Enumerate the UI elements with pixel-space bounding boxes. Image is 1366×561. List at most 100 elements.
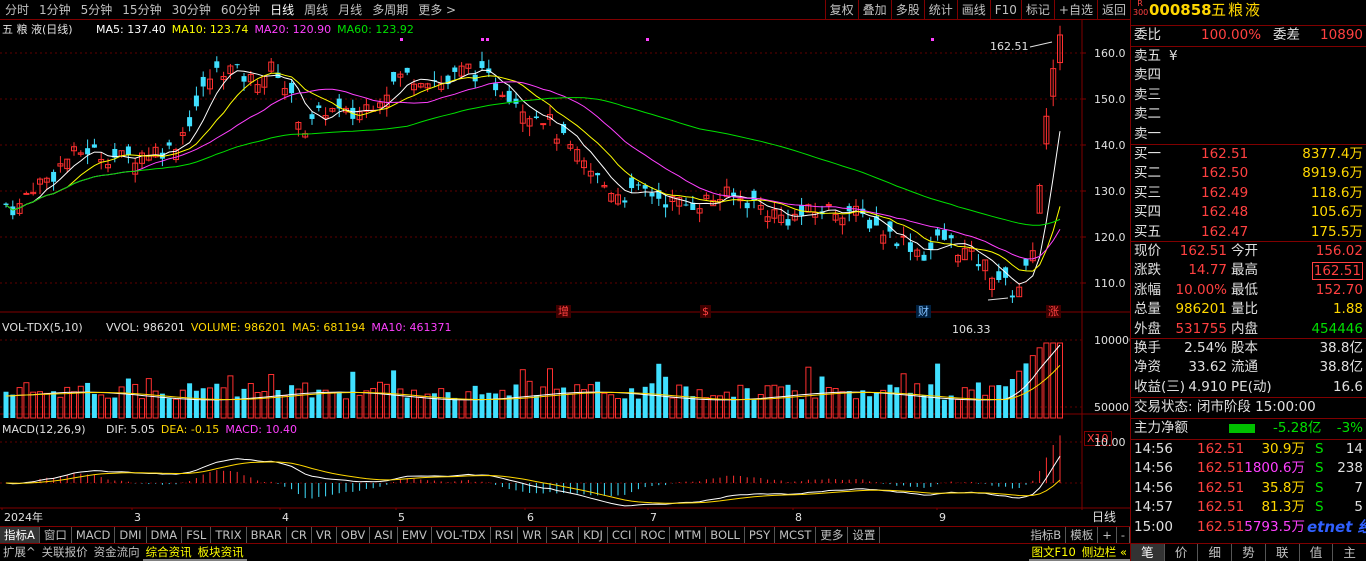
candle-body: [907, 242, 913, 252]
stat-row-3[interactable]: 总量 986201 量比 1.88: [1131, 300, 1366, 319]
indicator-tab-2[interactable]: MACD: [72, 527, 116, 543]
indicator-tab-18[interactable]: CCI: [608, 527, 637, 543]
timeframe-tab-5[interactable]: 60分钟: [216, 0, 265, 20]
stat-row-4[interactable]: 外盘 531755 内盘 454446: [1131, 320, 1366, 339]
indicator-tab-22[interactable]: PSY: [745, 527, 776, 543]
tick-row-2[interactable]: 14:56 162.51 35.8万 S 7: [1131, 479, 1366, 498]
timeframe-tab-0[interactable]: 分时: [0, 0, 34, 20]
stat-row-2[interactable]: 涨幅 10.00% 最低 152.70: [1131, 281, 1366, 300]
sell-row-4[interactable]: 卖一: [1131, 125, 1366, 144]
indicator-tab-5[interactable]: FSL: [182, 527, 212, 543]
indicator-tab-8[interactable]: CR: [287, 527, 312, 543]
indicator-tab-14[interactable]: RSI: [491, 527, 519, 543]
event-tag-limit-up[interactable]: 涨: [1046, 305, 1061, 318]
timeframe-tab-7[interactable]: 周线: [299, 0, 333, 20]
trade-status: 交易状态: 闭市阶段 15:00:00: [1131, 398, 1366, 417]
buy-row-2[interactable]: 买三 162.49 118.6万: [1131, 184, 1366, 203]
vol-bar: [642, 386, 648, 418]
buy-row-3[interactable]: 买四 162.48 105.6万: [1131, 203, 1366, 222]
stat-row-0[interactable]: 现价 162.51 今开 156.02: [1131, 242, 1366, 261]
toolbar-button-0[interactable]: 复权: [824, 0, 858, 20]
indicator-right-tab-0[interactable]: 指标B: [1026, 527, 1067, 543]
toolbar-button-1[interactable]: 叠加: [857, 0, 891, 20]
sell-row-2[interactable]: 卖三: [1131, 86, 1366, 105]
indicator-tab-19[interactable]: ROC: [636, 527, 671, 543]
toolbar-button-4[interactable]: 画线: [956, 0, 990, 20]
status-tab-1[interactable]: 关联报价: [39, 544, 91, 561]
buy-row-0[interactable]: 买一 162.51 8377.4万: [1131, 145, 1366, 164]
indicator-right-tab-2[interactable]: +: [1098, 527, 1117, 543]
indicator-tab-0[interactable]: 指标A: [0, 527, 40, 543]
quote-tab-0[interactable]: 笔: [1131, 544, 1165, 561]
buy-row-1[interactable]: 买二 162.50 8919.6万: [1131, 164, 1366, 183]
toolbar-button-7[interactable]: +自选: [1053, 0, 1097, 20]
toolbar-button-8[interactable]: 返回: [1096, 0, 1130, 20]
main-flow-row[interactable]: 主力净额 -5.28亿 -3%: [1131, 419, 1366, 438]
indicator-right-tab-3[interactable]: -: [1117, 527, 1130, 543]
tick-row-3[interactable]: 14:57 162.51 81.3万 S 5: [1131, 498, 1366, 517]
timeframe-tab-4[interactable]: 30分钟: [167, 0, 216, 20]
timeframe-tab-6[interactable]: 日线: [265, 0, 299, 20]
toolbar-button-3[interactable]: 统计: [923, 0, 957, 20]
timeframe-tab-10[interactable]: 更多 >: [413, 0, 461, 20]
indicator-tab-25[interactable]: 设置: [848, 527, 881, 543]
quote-tab-2[interactable]: 细: [1198, 544, 1233, 561]
status-right-0[interactable]: 图文F10: [1028, 544, 1079, 561]
chart-canvas[interactable]: [0, 20, 1130, 510]
indicator-tab-17[interactable]: KDJ: [579, 527, 608, 543]
indicator-tab-4[interactable]: DMA: [147, 527, 183, 543]
status-right-1[interactable]: 侧边栏 «: [1078, 544, 1130, 561]
tick-row-0[interactable]: 14:56 162.51 30.9万 S 14: [1131, 440, 1366, 459]
indicator-tab-23[interactable]: MCST: [775, 527, 817, 543]
sell-row-1[interactable]: 卖四: [1131, 66, 1366, 85]
indicator-tab-16[interactable]: SAR: [547, 527, 580, 543]
fund-row-2[interactable]: 收益(三) 4.910 PE(动) 16.6: [1131, 378, 1366, 397]
kline-chart[interactable]: 五 粮 液(日线) MA5: 137.40 MA10: 123.74 MA20: 1…: [0, 20, 1136, 524]
timeframe-tab-9[interactable]: 多周期: [367, 0, 413, 20]
indicator-tab-15[interactable]: WR: [518, 527, 547, 543]
quote-tab-3[interactable]: 势: [1232, 544, 1266, 561]
sell-row-0[interactable]: 卖五 ¥: [1131, 47, 1366, 66]
stat-row-1[interactable]: 涨跌 14.77 最高 162.51: [1131, 261, 1366, 281]
status-tab-4[interactable]: 板块资讯: [194, 544, 247, 561]
status-tab-3[interactable]: 综合资讯: [142, 544, 195, 561]
candle-body: [506, 90, 512, 102]
event-tag-zeng[interactable]: 增: [556, 305, 571, 318]
indicator-tab-11[interactable]: ASI: [370, 527, 398, 543]
buy-row-4[interactable]: 买五 162.47 175.5万: [1131, 223, 1366, 242]
candle-body: [200, 76, 206, 87]
quote-tab-6[interactable]: 主: [1333, 544, 1366, 561]
sell-row-3[interactable]: 卖二: [1131, 105, 1366, 124]
indicator-tab-1[interactable]: 窗口: [40, 527, 72, 543]
quote-tab-4[interactable]: 联: [1266, 544, 1300, 561]
toolbar-button-5[interactable]: F10: [989, 0, 1021, 20]
event-tag-dividend[interactable]: $: [700, 305, 711, 318]
quote-tab-5[interactable]: 值: [1300, 544, 1334, 561]
indicator-tab-7[interactable]: BRAR: [247, 527, 287, 543]
indicator-right-tab-1[interactable]: 模板: [1066, 527, 1099, 543]
indicator-tab-13[interactable]: VOL-TDX: [432, 527, 491, 543]
indicator-tab-6[interactable]: TRIX: [211, 527, 247, 543]
indicator-tab-21[interactable]: BOLL: [706, 527, 745, 543]
toolbar-button-6[interactable]: 标记: [1020, 0, 1054, 20]
timeframe-tab-3[interactable]: 15分钟: [117, 0, 166, 20]
fund-row-0[interactable]: 换手 2.54% 股本 38.8亿: [1131, 339, 1366, 358]
timeframe-tab-8[interactable]: 月线: [333, 0, 367, 20]
tick-price-1: 162.51: [1197, 460, 1245, 477]
indicator-tab-24[interactable]: 更多: [816, 527, 849, 543]
status-tab-2[interactable]: 资金流向: [91, 544, 143, 561]
toolbar-button-2[interactable]: 多股: [890, 0, 924, 20]
quote-tab-1[interactable]: 价: [1165, 544, 1199, 561]
indicator-tab-20[interactable]: MTM: [670, 527, 707, 543]
indicator-tab-10[interactable]: OBV: [337, 527, 371, 543]
ma-label-3: MA60: 123.92: [337, 23, 414, 36]
timeframe-tab-2[interactable]: 5分钟: [76, 0, 118, 20]
timeframe-tab-1[interactable]: 1分钟: [34, 0, 76, 20]
indicator-tab-9[interactable]: VR: [312, 527, 337, 543]
event-tag-finance[interactable]: 财: [916, 305, 931, 318]
indicator-tab-12[interactable]: EMV: [398, 527, 432, 543]
fund-row-1[interactable]: 净资 33.62 流通 38.8亿: [1131, 358, 1366, 377]
tick-row-1[interactable]: 14:56 162.51 1800.6万 S 238: [1131, 459, 1366, 478]
indicator-tab-3[interactable]: DMI: [115, 527, 147, 543]
status-tab-0[interactable]: 扩展^: [0, 544, 39, 561]
